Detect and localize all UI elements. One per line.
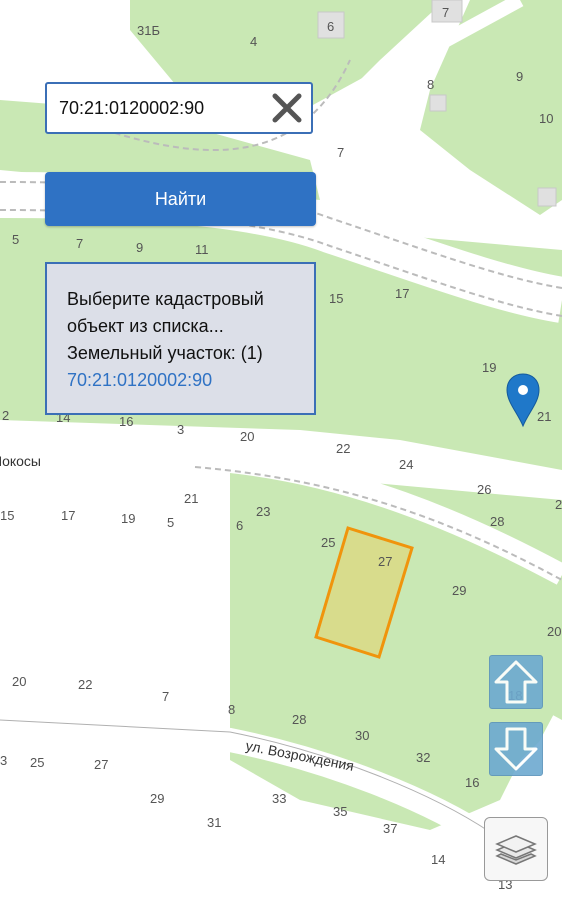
house-number: 27 (94, 757, 108, 772)
result-line: объект из списка... (67, 316, 224, 336)
arrow-down-icon (494, 727, 538, 771)
house-number: 26 (477, 482, 491, 497)
house-number: 19 (482, 360, 496, 375)
house-number: 7 (442, 5, 449, 20)
house-number: 23 (256, 504, 270, 519)
house-number: 28 (490, 514, 504, 529)
house-number: 11 (195, 242, 209, 257)
house-number: 22 (78, 677, 92, 692)
house-number: 7 (162, 689, 169, 704)
house-number: 15 (0, 508, 14, 523)
house-number: 7 (337, 145, 344, 160)
house-number: 24 (399, 457, 413, 472)
house-number: 25 (30, 755, 44, 770)
house-number: 21 (184, 491, 198, 506)
result-panel: Выберите кадастровый объект из списка...… (45, 262, 316, 415)
house-number: 20 (12, 674, 26, 689)
house-number: 17 (395, 286, 409, 301)
house-number: 7 (76, 236, 83, 251)
house-number: 9 (136, 240, 143, 255)
find-button[interactable]: Найти (45, 172, 316, 226)
house-number: 19 (121, 511, 135, 526)
house-number: 16 (119, 414, 133, 429)
building (429, 94, 447, 112)
layers-icon (495, 835, 537, 865)
house-number: 5 (167, 515, 174, 530)
map-canvas[interactable]: Покосы ул. Возрождения 31Б 4 6 7 8 9 10 … (0, 0, 562, 900)
house-number: 29 (150, 791, 164, 806)
search-box (45, 82, 313, 134)
house-number: 2 (555, 497, 562, 512)
house-number: 9 (516, 69, 523, 84)
house-number: 29 (452, 583, 466, 598)
house-number: 17 (61, 508, 75, 523)
house-number: 5 (12, 232, 19, 247)
house-number: 22 (336, 441, 350, 456)
building (537, 187, 557, 207)
house-number: 25 (321, 535, 335, 550)
search-input[interactable] (59, 92, 259, 124)
house-number: 15 (329, 291, 343, 306)
house-number: 3 (0, 753, 7, 768)
house-number: 28 (292, 712, 306, 727)
house-number: 8 (427, 77, 434, 92)
pan-up-button[interactable] (489, 655, 543, 709)
result-line: Земельный участок: (1) (67, 343, 263, 363)
house-number: 37 (383, 821, 397, 836)
arrow-up-icon (494, 660, 538, 704)
house-number: 30 (355, 728, 369, 743)
house-number: 32 (416, 750, 430, 765)
result-parcel-link[interactable]: 70:21:0120002:90 (67, 370, 212, 390)
house-number: 33 (272, 791, 286, 806)
house-number: 6 (236, 518, 243, 533)
house-number: 31 (207, 815, 221, 830)
house-number: 35 (333, 804, 347, 819)
house-number: 20 (240, 429, 254, 444)
layers-button[interactable] (484, 817, 548, 881)
house-number: 20 (547, 624, 561, 639)
house-number: 6 (327, 19, 334, 34)
close-icon[interactable] (271, 92, 303, 124)
street-label-pokosy: Покосы (0, 453, 41, 469)
house-number: 31Б (137, 23, 160, 38)
house-number: 16 (465, 775, 479, 790)
map-marker-icon[interactable] (505, 372, 541, 428)
house-number: 14 (431, 852, 445, 867)
house-number: 2 (2, 408, 9, 423)
pan-down-button[interactable] (489, 722, 543, 776)
house-number: 3 (177, 422, 184, 437)
house-number: 10 (539, 111, 553, 126)
result-line: Выберите кадастровый (67, 289, 264, 309)
house-number: 27 (378, 554, 392, 569)
house-number: 8 (228, 702, 235, 717)
house-number: 4 (250, 34, 257, 49)
